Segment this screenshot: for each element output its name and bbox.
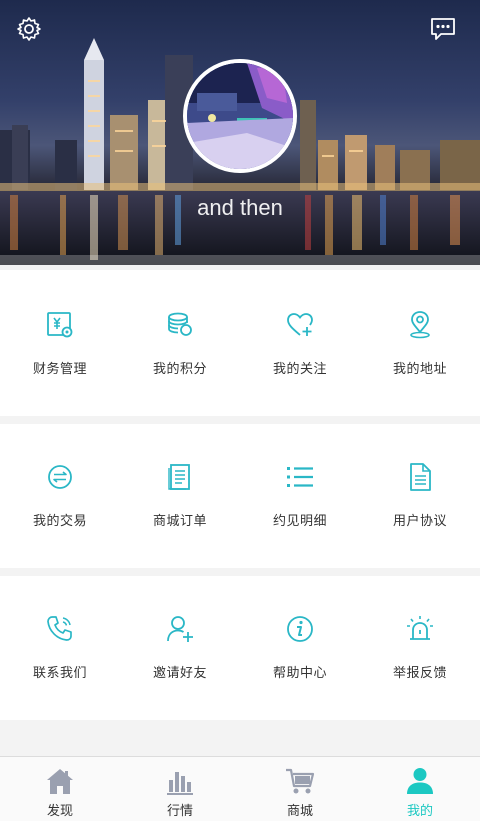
menu-item-label: 用户协议 — [392, 514, 447, 529]
menu-item-label: 举报反馈 — [392, 666, 447, 681]
tab-label: 发现 — [46, 804, 73, 819]
tab-label: 行情 — [166, 804, 193, 819]
menu-item-invite-friends[interactable]: 邀请好友 — [120, 576, 240, 720]
tab-mall[interactable]: 商城 — [240, 757, 360, 821]
tab-discover[interactable]: 发现 — [0, 757, 120, 821]
menu-item-help-center[interactable]: 帮助中心 — [240, 576, 360, 720]
messages-button[interactable] — [428, 14, 458, 44]
location-pin-icon — [410, 311, 430, 339]
menu-item-label: 帮助中心 — [272, 666, 327, 681]
gear-icon — [17, 17, 41, 41]
section-records: 我的交易 商城订单 约见明细 用户协议 — [0, 424, 480, 568]
menu-item-following[interactable]: 我的关注 — [240, 270, 360, 416]
menu-item-label: 我的地址 — [392, 362, 447, 377]
menu-item-transactions[interactable]: 我的交易 — [0, 424, 120, 568]
menu-item-finance[interactable]: 财务管理 — [0, 270, 120, 416]
menu-item-contact-us[interactable]: 联系我们 — [0, 576, 120, 720]
menu-item-label: 邀请好友 — [152, 666, 207, 681]
bar-chart-icon — [167, 772, 193, 795]
menu-item-label: 我的积分 — [152, 362, 207, 377]
bottom-tab-bar: 发现 行情 商城 我的 — [0, 756, 480, 821]
order-list-icon — [168, 464, 190, 490]
alarm-icon — [407, 616, 433, 640]
cart-icon — [286, 768, 315, 794]
menu-item-label: 财务管理 — [32, 362, 87, 377]
menu-item-label: 商城订单 — [152, 514, 207, 529]
phone-icon — [47, 616, 72, 641]
user-icon — [407, 768, 433, 794]
menu-item-user-agreement[interactable]: 用户协议 — [360, 424, 480, 568]
list-icon — [287, 467, 313, 487]
menu-item-label: 我的交易 — [32, 514, 87, 529]
menu-item-label: 我的关注 — [272, 362, 327, 377]
document-icon — [410, 463, 431, 491]
menu-item-label: 约见明细 — [272, 514, 327, 529]
exchange-icon — [48, 465, 72, 489]
heart-plus-icon — [287, 313, 313, 336]
tab-label: 我的 — [406, 804, 433, 819]
menu-item-label: 联系我们 — [32, 666, 87, 681]
username: and then — [197, 195, 283, 220]
section-support: 联系我们 邀请好友 帮助中心 举报反馈 — [0, 576, 480, 720]
avatar-image — [187, 63, 293, 169]
tab-market[interactable]: 行情 — [120, 757, 240, 821]
chat-bubble-icon — [431, 18, 455, 40]
menu-item-address[interactable]: 我的地址 — [360, 270, 480, 416]
menu-item-points[interactable]: 我的积分 — [120, 270, 240, 416]
tab-mine[interactable]: 我的 — [360, 757, 480, 821]
tab-label: 商城 — [286, 804, 313, 819]
coins-icon — [168, 312, 192, 336]
avatar[interactable] — [183, 59, 297, 173]
profile-banner: and then — [0, 0, 480, 265]
info-icon — [287, 616, 313, 642]
finance-icon — [47, 312, 73, 338]
home-icon — [47, 769, 73, 794]
section-account: 财务管理 我的积分 我的关注 我的地址 — [0, 270, 480, 416]
settings-button[interactable] — [14, 14, 44, 44]
menu-item-mall-orders[interactable]: 商城订单 — [120, 424, 240, 568]
menu-item-report-feedback[interactable]: 举报反馈 — [360, 576, 480, 720]
add-user-icon — [167, 616, 193, 642]
menu-item-meeting-details[interactable]: 约见明细 — [240, 424, 360, 568]
